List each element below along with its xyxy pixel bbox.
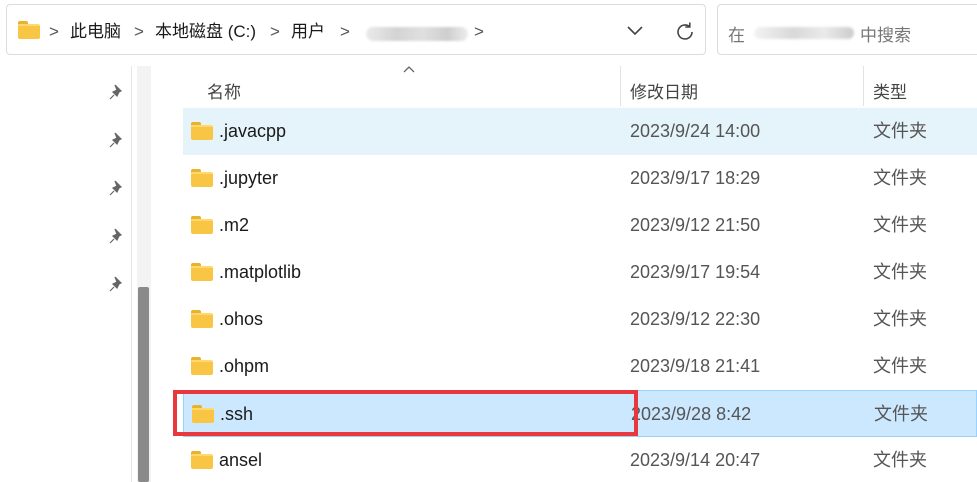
file-type: 文件夹 bbox=[873, 262, 927, 282]
nav-scrollbar-thumb[interactable] bbox=[138, 287, 149, 482]
search-placeholder-suffix: 中搜索 bbox=[860, 26, 911, 45]
folder-icon bbox=[191, 310, 213, 328]
pin-icon[interactable] bbox=[108, 275, 126, 293]
file-row[interactable]: ansel 2023/9/14 20:47 文件夹 bbox=[183, 437, 977, 482]
file-type: 文件夹 bbox=[873, 121, 927, 141]
file-row[interactable]: .ohpm 2023/9/18 21:41 文件夹 bbox=[183, 343, 977, 390]
breadcrumb-local-disk-c[interactable]: 本地磁盘 (C:) bbox=[155, 21, 256, 43]
folder-icon bbox=[191, 263, 213, 281]
file-name: .matplotlib bbox=[219, 262, 302, 282]
file-name: .jupyter bbox=[219, 168, 279, 188]
column-header-type[interactable]: 类型 bbox=[873, 78, 907, 103]
breadcrumb-user-folder-redacted[interactable] bbox=[366, 27, 468, 41]
file-name: .ssh bbox=[220, 404, 254, 424]
folder-icon bbox=[191, 122, 213, 140]
file-type: 文件夹 bbox=[873, 215, 927, 235]
file-name: .m2 bbox=[219, 215, 250, 235]
refresh-icon[interactable] bbox=[671, 18, 699, 46]
search-input[interactable]: 在 中搜索 bbox=[717, 4, 977, 55]
file-name: .ohos bbox=[219, 309, 264, 329]
sort-ascending-icon bbox=[403, 66, 415, 73]
chevron-right-icon[interactable]: > bbox=[134, 21, 144, 43]
search-placeholder-redacted bbox=[754, 27, 854, 39]
file-type: 文件夹 bbox=[873, 450, 927, 470]
file-type: 文件夹 bbox=[874, 404, 928, 424]
file-modified-date: 2023/9/18 21:41 bbox=[630, 356, 761, 376]
folder-icon bbox=[191, 357, 213, 375]
column-separator[interactable] bbox=[863, 66, 864, 106]
folder-icon bbox=[191, 169, 213, 187]
file-modified-date: 2023/9/12 21:50 bbox=[630, 215, 761, 235]
chevron-right-icon[interactable]: > bbox=[474, 21, 484, 43]
file-modified-date: 2023/9/24 14:00 bbox=[630, 121, 761, 141]
file-modified-date: 2023/9/12 22:30 bbox=[630, 309, 761, 329]
file-name: .ohpm bbox=[219, 356, 270, 376]
file-type: 文件夹 bbox=[873, 309, 927, 329]
column-separator[interactable] bbox=[620, 66, 621, 106]
breadcrumb-users[interactable]: 用户 bbox=[291, 21, 325, 43]
search-placeholder-prefix: 在 bbox=[728, 26, 745, 45]
address-bar[interactable]: > 此电脑 > 本地磁盘 (C:) > 用户 > > bbox=[6, 4, 706, 55]
chevron-right-icon[interactable]: > bbox=[49, 21, 59, 43]
chevron-right-icon[interactable]: > bbox=[270, 21, 280, 43]
file-modified-date: 2023/9/28 8:42 bbox=[631, 404, 752, 424]
file-modified-date: 2023/9/14 20:47 bbox=[630, 450, 761, 470]
pin-icon[interactable] bbox=[108, 83, 126, 101]
column-header-name[interactable]: 名称 bbox=[207, 78, 241, 103]
nav-pane-divider[interactable] bbox=[131, 66, 132, 482]
file-type: 文件夹 bbox=[873, 356, 927, 376]
chevron-right-icon[interactable]: > bbox=[340, 21, 350, 43]
pin-icon[interactable] bbox=[108, 227, 126, 245]
pin-icon[interactable] bbox=[108, 179, 126, 197]
pin-icon[interactable] bbox=[108, 131, 126, 149]
breadcrumb-this-pc[interactable]: 此电脑 bbox=[70, 21, 121, 43]
chevron-down-icon[interactable] bbox=[623, 18, 647, 42]
file-modified-date: 2023/9/17 19:54 bbox=[630, 262, 761, 282]
folder-icon bbox=[191, 216, 213, 234]
file-row[interactable]: .jupyter 2023/9/17 18:29 文件夹 bbox=[183, 155, 977, 202]
file-row[interactable]: .m2 2023/9/12 21:50 文件夹 bbox=[183, 202, 977, 249]
file-row[interactable]: .ohos 2023/9/12 22:30 文件夹 bbox=[183, 296, 977, 343]
folder-icon bbox=[191, 451, 213, 469]
file-row-selected[interactable]: .ssh 2023/9/28 8:42 文件夹 bbox=[183, 390, 977, 437]
file-name: .javacpp bbox=[219, 121, 287, 141]
column-header-modified[interactable]: 修改日期 bbox=[630, 78, 698, 103]
file-modified-date: 2023/9/17 18:29 bbox=[630, 168, 761, 188]
file-row[interactable]: .javacpp 2023/9/24 14:00 文件夹 bbox=[183, 108, 977, 155]
folder-icon bbox=[18, 21, 40, 39]
file-name: ansel bbox=[219, 450, 263, 470]
file-type: 文件夹 bbox=[873, 168, 927, 188]
folder-icon bbox=[192, 405, 214, 423]
file-row[interactable]: .matplotlib 2023/9/17 19:54 文件夹 bbox=[183, 249, 977, 296]
